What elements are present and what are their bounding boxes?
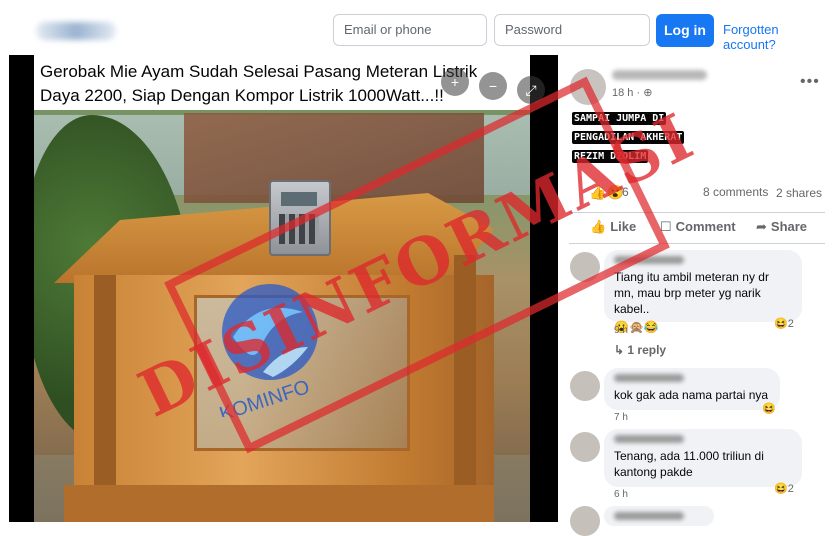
top-bar: Email or phone Password Log in Forgotten…	[0, 0, 835, 60]
comment-reactions[interactable]: 😆2	[774, 317, 794, 330]
globe-icon: ⊕	[643, 87, 653, 99]
email-field[interactable]: Email or phone	[333, 14, 487, 46]
comment-bubble: kok gak ada nama partai nya	[604, 368, 780, 410]
comment-timestamp[interactable]: 6 h	[614, 489, 628, 500]
zoom-out-icon[interactable]: −	[479, 72, 507, 100]
share-button[interactable]: ➦ Share	[756, 219, 807, 235]
post-timestamp[interactable]: 18 h · ⊕	[612, 86, 652, 99]
forgot-account-link[interactable]: Forgotten account?	[723, 22, 835, 52]
comment-button[interactable]: ☐ Comment	[660, 219, 736, 235]
comment-text: Tenang, ada 11.000 triliun di kantong pa…	[614, 449, 764, 479]
meter-screen	[281, 192, 317, 206]
site-logo[interactable]	[36, 22, 116, 40]
password-field[interactable]: Password	[494, 14, 650, 46]
haha-reaction-icon: 😆	[774, 483, 788, 495]
login-button[interactable]: Log in	[656, 14, 714, 47]
zoom-in-icon[interactable]: +	[441, 68, 469, 96]
share-label: Share	[770, 219, 808, 234]
comment-bubble: Tenang, ada 11.000 triliun di kantong pa…	[604, 429, 802, 487]
comment-reactions[interactable]: 😆	[762, 402, 776, 415]
commenter-avatar[interactable]	[570, 506, 600, 536]
share-icon: ➦	[756, 219, 767, 234]
commenter-avatar[interactable]	[570, 432, 600, 462]
comment-timestamp[interactable]: 9 h	[614, 325, 628, 336]
comment-emoji: 😮🙊😂	[614, 320, 659, 334]
haha-reaction-icon: 😆	[774, 318, 788, 330]
cart-counter	[64, 485, 494, 522]
comments-count[interactable]: 8 comments	[703, 185, 768, 199]
more-options-icon[interactable]: •••	[800, 73, 820, 91]
commenter-name[interactable]	[614, 374, 684, 382]
comment-bubble	[604, 506, 714, 526]
comment-label: Comment	[675, 219, 736, 234]
commenter-name[interactable]	[614, 512, 684, 520]
reaction-count-text: 2	[787, 483, 794, 495]
comment-reactions[interactable]: 😆2	[774, 482, 794, 495]
commenter-avatar[interactable]	[570, 371, 600, 401]
comment-timestamp[interactable]: 7 h	[614, 412, 628, 423]
commenter-name[interactable]	[614, 435, 684, 443]
poster-name[interactable]	[612, 70, 707, 80]
view-replies-link[interactable]: ↳ 1 reply	[614, 343, 666, 357]
comment-text: kok gak ada nama partai nya	[614, 388, 769, 402]
shares-count[interactable]: 2 shares	[776, 185, 826, 201]
comment-text: Tiang itu ambil meteran ny dr mn, mau br…	[614, 270, 769, 316]
reaction-count-text: 2	[787, 318, 794, 330]
post-time-text: 18 h ·	[612, 87, 644, 99]
haha-reaction-icon: 😆	[762, 403, 776, 415]
